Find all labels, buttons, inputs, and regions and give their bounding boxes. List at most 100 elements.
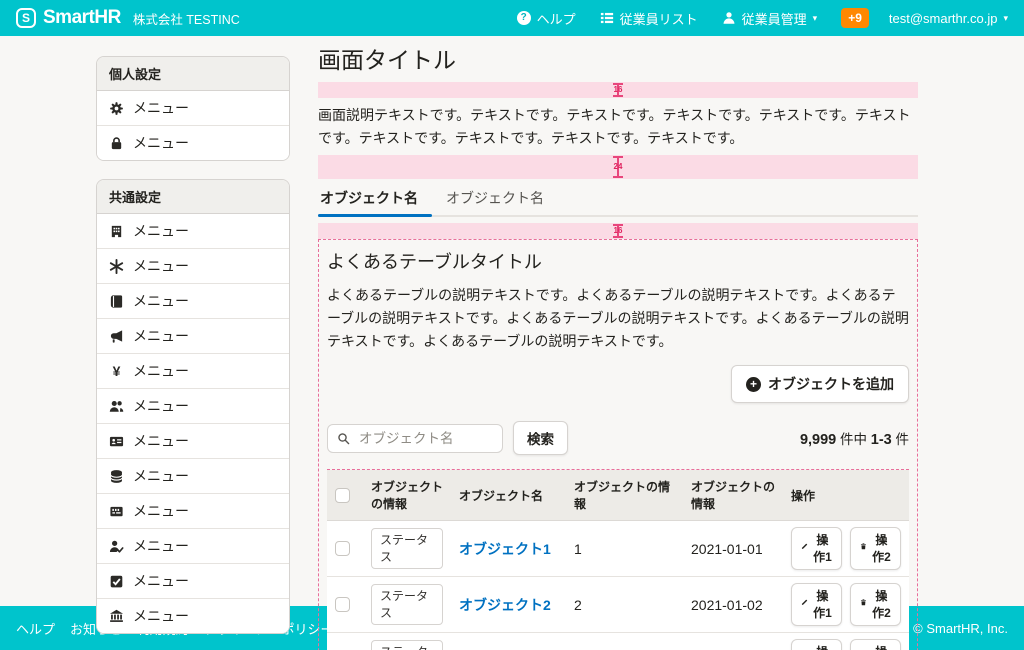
header-employee-admin-label: 従業員管理: [742, 9, 807, 28]
sidebar-item-label: メニュー: [133, 571, 189, 591]
edit-button[interactable]: 操作1: [791, 583, 842, 626]
sidebar-item-menu[interactable]: メニュー: [97, 126, 289, 160]
brand-name: SmartHR: [43, 7, 121, 29]
count-total-unit: 件中: [840, 432, 867, 447]
object-link[interactable]: オブジェクト2: [459, 597, 551, 613]
book-icon: [109, 294, 124, 309]
edit-button[interactable]: 操作1: [791, 639, 842, 650]
sidebar-item-menu[interactable]: メニュー: [97, 564, 289, 599]
search-input[interactable]: [357, 430, 493, 447]
smarthr-logo[interactable]: S SmartHR: [16, 7, 121, 29]
id-card-icon: [109, 434, 124, 449]
sidebar-item-menu[interactable]: メニュー: [97, 424, 289, 459]
table-row: ステータス オブジェクト2 2 2021-01-02 操作1 操作2: [327, 577, 909, 633]
object-link[interactable]: オブジェクト1: [459, 541, 551, 557]
delete-label: 操作2: [872, 643, 891, 650]
person-icon: [722, 11, 736, 25]
notification-badge[interactable]: +9: [841, 8, 869, 28]
sidebar-item-menu[interactable]: メニュー: [97, 459, 289, 494]
tab-object-1[interactable]: オブジェクト名: [318, 185, 432, 215]
column-header: オブジェクトの情報: [683, 470, 783, 521]
header-employee-admin-dropdown[interactable]: 従業員管理 ▾: [722, 9, 818, 28]
users-icon: [109, 399, 124, 414]
spacing-ruler-icon: 24: [612, 156, 624, 178]
spacing-annotation-16: 16: [318, 82, 918, 98]
add-object-label: オブジェクトを追加: [768, 374, 894, 394]
object-info: 1: [566, 521, 683, 577]
count-range: 1-3: [871, 432, 892, 448]
user-check-icon: [109, 539, 124, 554]
object-date: 2021-01-03: [683, 633, 783, 650]
delete-button[interactable]: 操作2: [850, 527, 901, 570]
sidebar-group-common: 共通設定 メニュー メニュー メニュー: [96, 179, 290, 634]
plus-circle-icon: +: [746, 377, 761, 392]
header-help-link[interactable]: ? ヘルプ: [517, 9, 576, 28]
sidebar-item-menu[interactable]: メニュー: [97, 249, 289, 284]
table-panel: よくあるテーブルタイトル よくあるテーブルの説明テキストです。よくあるテーブルの…: [318, 239, 918, 650]
sidebar-item-menu[interactable]: ¥ メニュー: [97, 354, 289, 389]
spacing-annotation-16b: 16: [318, 223, 918, 239]
column-header: オブジェクト名: [451, 470, 566, 521]
panel-description: よくあるテーブルの説明テキストです。よくあるテーブルの説明テキストです。よくある…: [327, 284, 909, 352]
row-checkbox[interactable]: [335, 541, 350, 556]
spacing-annotation-24: 24: [318, 155, 918, 179]
app-header: S SmartHR 株式会社 TESTINC ? ヘルプ 従業員リスト 従業員管…: [0, 0, 1024, 36]
gear-icon: [109, 101, 124, 116]
page-description: 画面説明テキストです。テキストです。テキストです。テキストです。テキストです。テ…: [318, 104, 918, 149]
delete-button[interactable]: 操作2: [850, 583, 901, 626]
column-header: オブジェクトの情報: [363, 470, 451, 521]
edit-label: 操作1: [813, 643, 832, 650]
search-button[interactable]: 検索: [513, 421, 568, 455]
sidebar-item-label: メニュー: [133, 501, 189, 521]
search-row: 検索 9,999 件中 1-3 件: [327, 421, 909, 455]
sidebar-item-menu[interactable]: メニュー: [97, 599, 289, 633]
building-icon: [109, 224, 124, 239]
check-square-icon: [109, 574, 124, 589]
help-icon: ?: [517, 11, 531, 25]
object-table-wrap: オブジェクトの情報 オブジェクト名 オブジェクトの情報 オブジェクトの情報 操作…: [327, 469, 909, 650]
row-actions: 操作1 操作2: [791, 527, 901, 570]
sidebar-item-menu[interactable]: メニュー: [97, 494, 289, 529]
status-badge: ステータス: [371, 584, 443, 625]
smarthr-logo-icon: S: [16, 8, 36, 28]
count-total: 9,999: [800, 432, 836, 448]
object-date: 2021-01-02: [683, 577, 783, 633]
sidebar-item-label: メニュー: [133, 221, 189, 241]
chevron-down-icon: ▾: [813, 14, 818, 23]
header-employee-list-link[interactable]: 従業員リスト: [600, 9, 698, 28]
sidebar-item-label: メニュー: [133, 606, 189, 626]
sidebar-item-label: メニュー: [133, 291, 189, 311]
account-dropdown[interactable]: test@smarthr.co.jp ▾: [889, 11, 1008, 26]
main-content: 画面タイトル 16 画面説明テキストです。テキストです。テキストです。テキストで…: [318, 46, 918, 650]
page-body: 個人設定 メニュー メニュー 共通設定 メニュー: [0, 36, 1024, 606]
select-all-checkbox[interactable]: [335, 488, 350, 503]
sidebar-item-menu[interactable]: メニュー: [97, 91, 289, 126]
sidebar-item-menu[interactable]: メニュー: [97, 284, 289, 319]
sidebar-item-menu[interactable]: メニュー: [97, 389, 289, 424]
column-header: オブジェクトの情報: [566, 470, 683, 521]
header-nav: ? ヘルプ 従業員リスト 従業員管理 ▾: [517, 9, 818, 28]
row-actions: 操作1 操作2: [791, 639, 901, 650]
sidebar-item-menu[interactable]: メニュー: [97, 529, 289, 564]
sidebar-item-label: メニュー: [133, 98, 189, 118]
edit-label: 操作1: [813, 587, 832, 621]
result-count: 9,999 件中 1-3 件: [800, 428, 909, 448]
delete-label: 操作2: [872, 531, 891, 565]
edit-label: 操作1: [813, 531, 832, 565]
status-badge: ステータス: [371, 528, 443, 569]
sidebar-item-label: メニュー: [133, 326, 189, 346]
status-badge: ステータス: [371, 640, 443, 650]
footer-link-help[interactable]: ヘルプ: [16, 619, 55, 638]
company-name: 株式会社 TESTINC: [133, 9, 240, 28]
row-checkbox[interactable]: [335, 597, 350, 612]
delete-button[interactable]: 操作2: [850, 639, 901, 650]
tab-object-2[interactable]: オブジェクト名: [432, 185, 558, 215]
sidebar-item-label: メニュー: [133, 431, 189, 451]
binary-card-icon: [109, 504, 124, 519]
sidebar-item-menu[interactable]: メニュー: [97, 319, 289, 354]
column-header: 操作: [783, 470, 909, 521]
sidebar-item-menu[interactable]: メニュー: [97, 214, 289, 249]
add-object-button[interactable]: + オブジェクトを追加: [731, 365, 909, 403]
search-box[interactable]: [327, 424, 503, 453]
edit-button[interactable]: 操作1: [791, 527, 842, 570]
